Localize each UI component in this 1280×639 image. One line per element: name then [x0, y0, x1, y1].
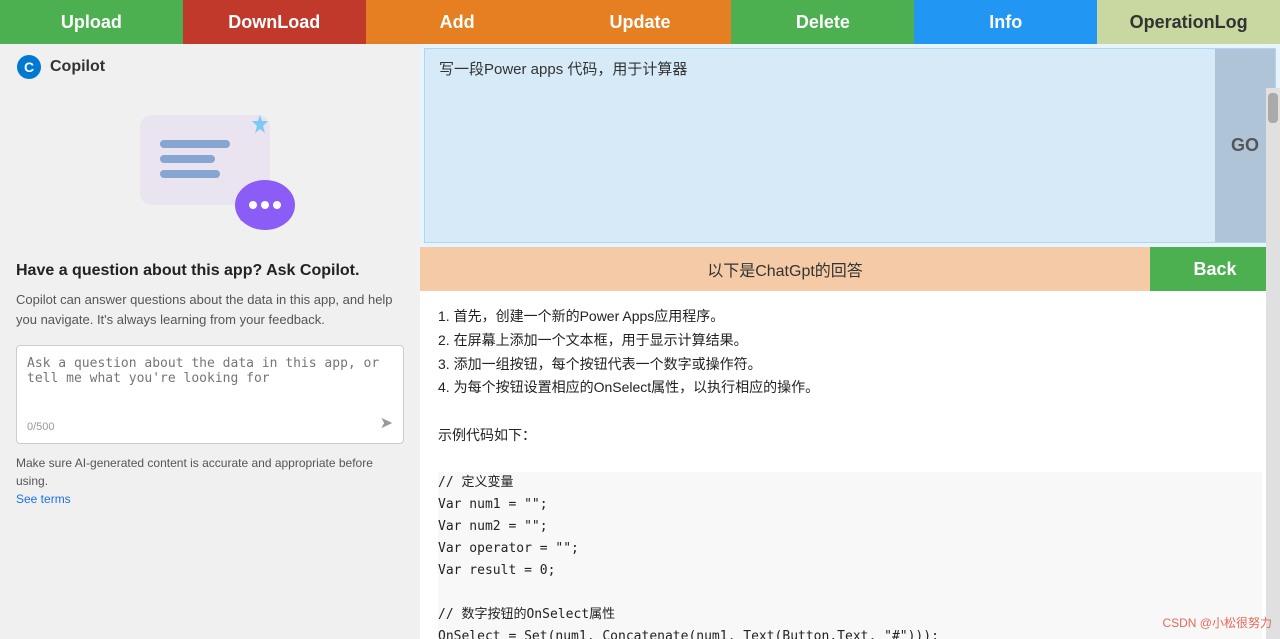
- response-line: 1. 首先，创建一个新的Power Apps应用程序。: [438, 305, 1262, 329]
- see-terms-link[interactable]: See terms: [16, 492, 71, 506]
- response-bar: 以下是ChatGpt的回答 Back: [420, 247, 1280, 291]
- response-line: 3. 添加一组按钮，每个按钮代表一个数字或操作符。: [438, 353, 1262, 377]
- main-layout: C Copilot: [0, 44, 1280, 639]
- char-count: 0/500: [27, 421, 393, 433]
- response-content: 1. 首先，创建一个新的Power Apps应用程序。2. 在屏幕上添加一个文本…: [420, 291, 1280, 639]
- delete-button[interactable]: Delete: [731, 0, 914, 44]
- copilot-panel: C Copilot: [0, 44, 420, 639]
- response-line: 示例代码如下：: [438, 424, 1262, 448]
- back-button[interactable]: Back: [1150, 247, 1280, 291]
- add-button[interactable]: Add: [366, 0, 549, 44]
- download-button[interactable]: DownLoad: [183, 0, 366, 44]
- prompt-text: 写一段Power apps 代码，用于计算器: [439, 59, 1261, 82]
- copilot-logo-icon: C: [16, 54, 42, 80]
- response-line: 2. 在屏幕上添加一个文本框，用于显示计算结果。: [438, 329, 1262, 353]
- copilot-illustration: [16, 90, 404, 250]
- copilot-footer: Make sure AI-generated content is accura…: [16, 454, 404, 508]
- scrollbar[interactable]: [1266, 88, 1280, 639]
- response-label: 以下是ChatGpt的回答: [420, 247, 1150, 291]
- copilot-title: Copilot: [50, 58, 105, 76]
- copilot-question: Have a question about this app? Ask Copi…: [16, 260, 404, 282]
- footer-text: Make sure AI-generated content is accura…: [16, 456, 373, 488]
- copilot-input[interactable]: [27, 356, 393, 416]
- scroll-thumb[interactable]: [1268, 93, 1278, 123]
- right-panel: 写一段Power apps 代码，用于计算器 GO 以下是ChatGpt的回答 …: [420, 44, 1280, 639]
- update-button[interactable]: Update: [549, 0, 732, 44]
- copilot-description: Copilot can answer questions about the d…: [16, 290, 404, 329]
- svg-text:C: C: [24, 59, 34, 75]
- top-navigation: Upload DownLoad Add Update Delete Info O…: [0, 0, 1280, 44]
- upload-button[interactable]: Upload: [0, 0, 183, 44]
- copilot-input-area: 0/500 ➤: [16, 345, 404, 444]
- copilot-header: C Copilot: [16, 54, 404, 80]
- info-button[interactable]: Info: [914, 0, 1097, 44]
- watermark: CSDN @小松很努力: [1162, 614, 1272, 631]
- response-line: 4. 为每个按钮设置相应的OnSelect属性，以执行相应的操作。: [438, 376, 1262, 400]
- operationlog-button[interactable]: OperationLog: [1097, 0, 1280, 44]
- prompt-area: 写一段Power apps 代码，用于计算器 GO: [424, 48, 1276, 243]
- copilot-send-button[interactable]: ➤: [380, 413, 393, 433]
